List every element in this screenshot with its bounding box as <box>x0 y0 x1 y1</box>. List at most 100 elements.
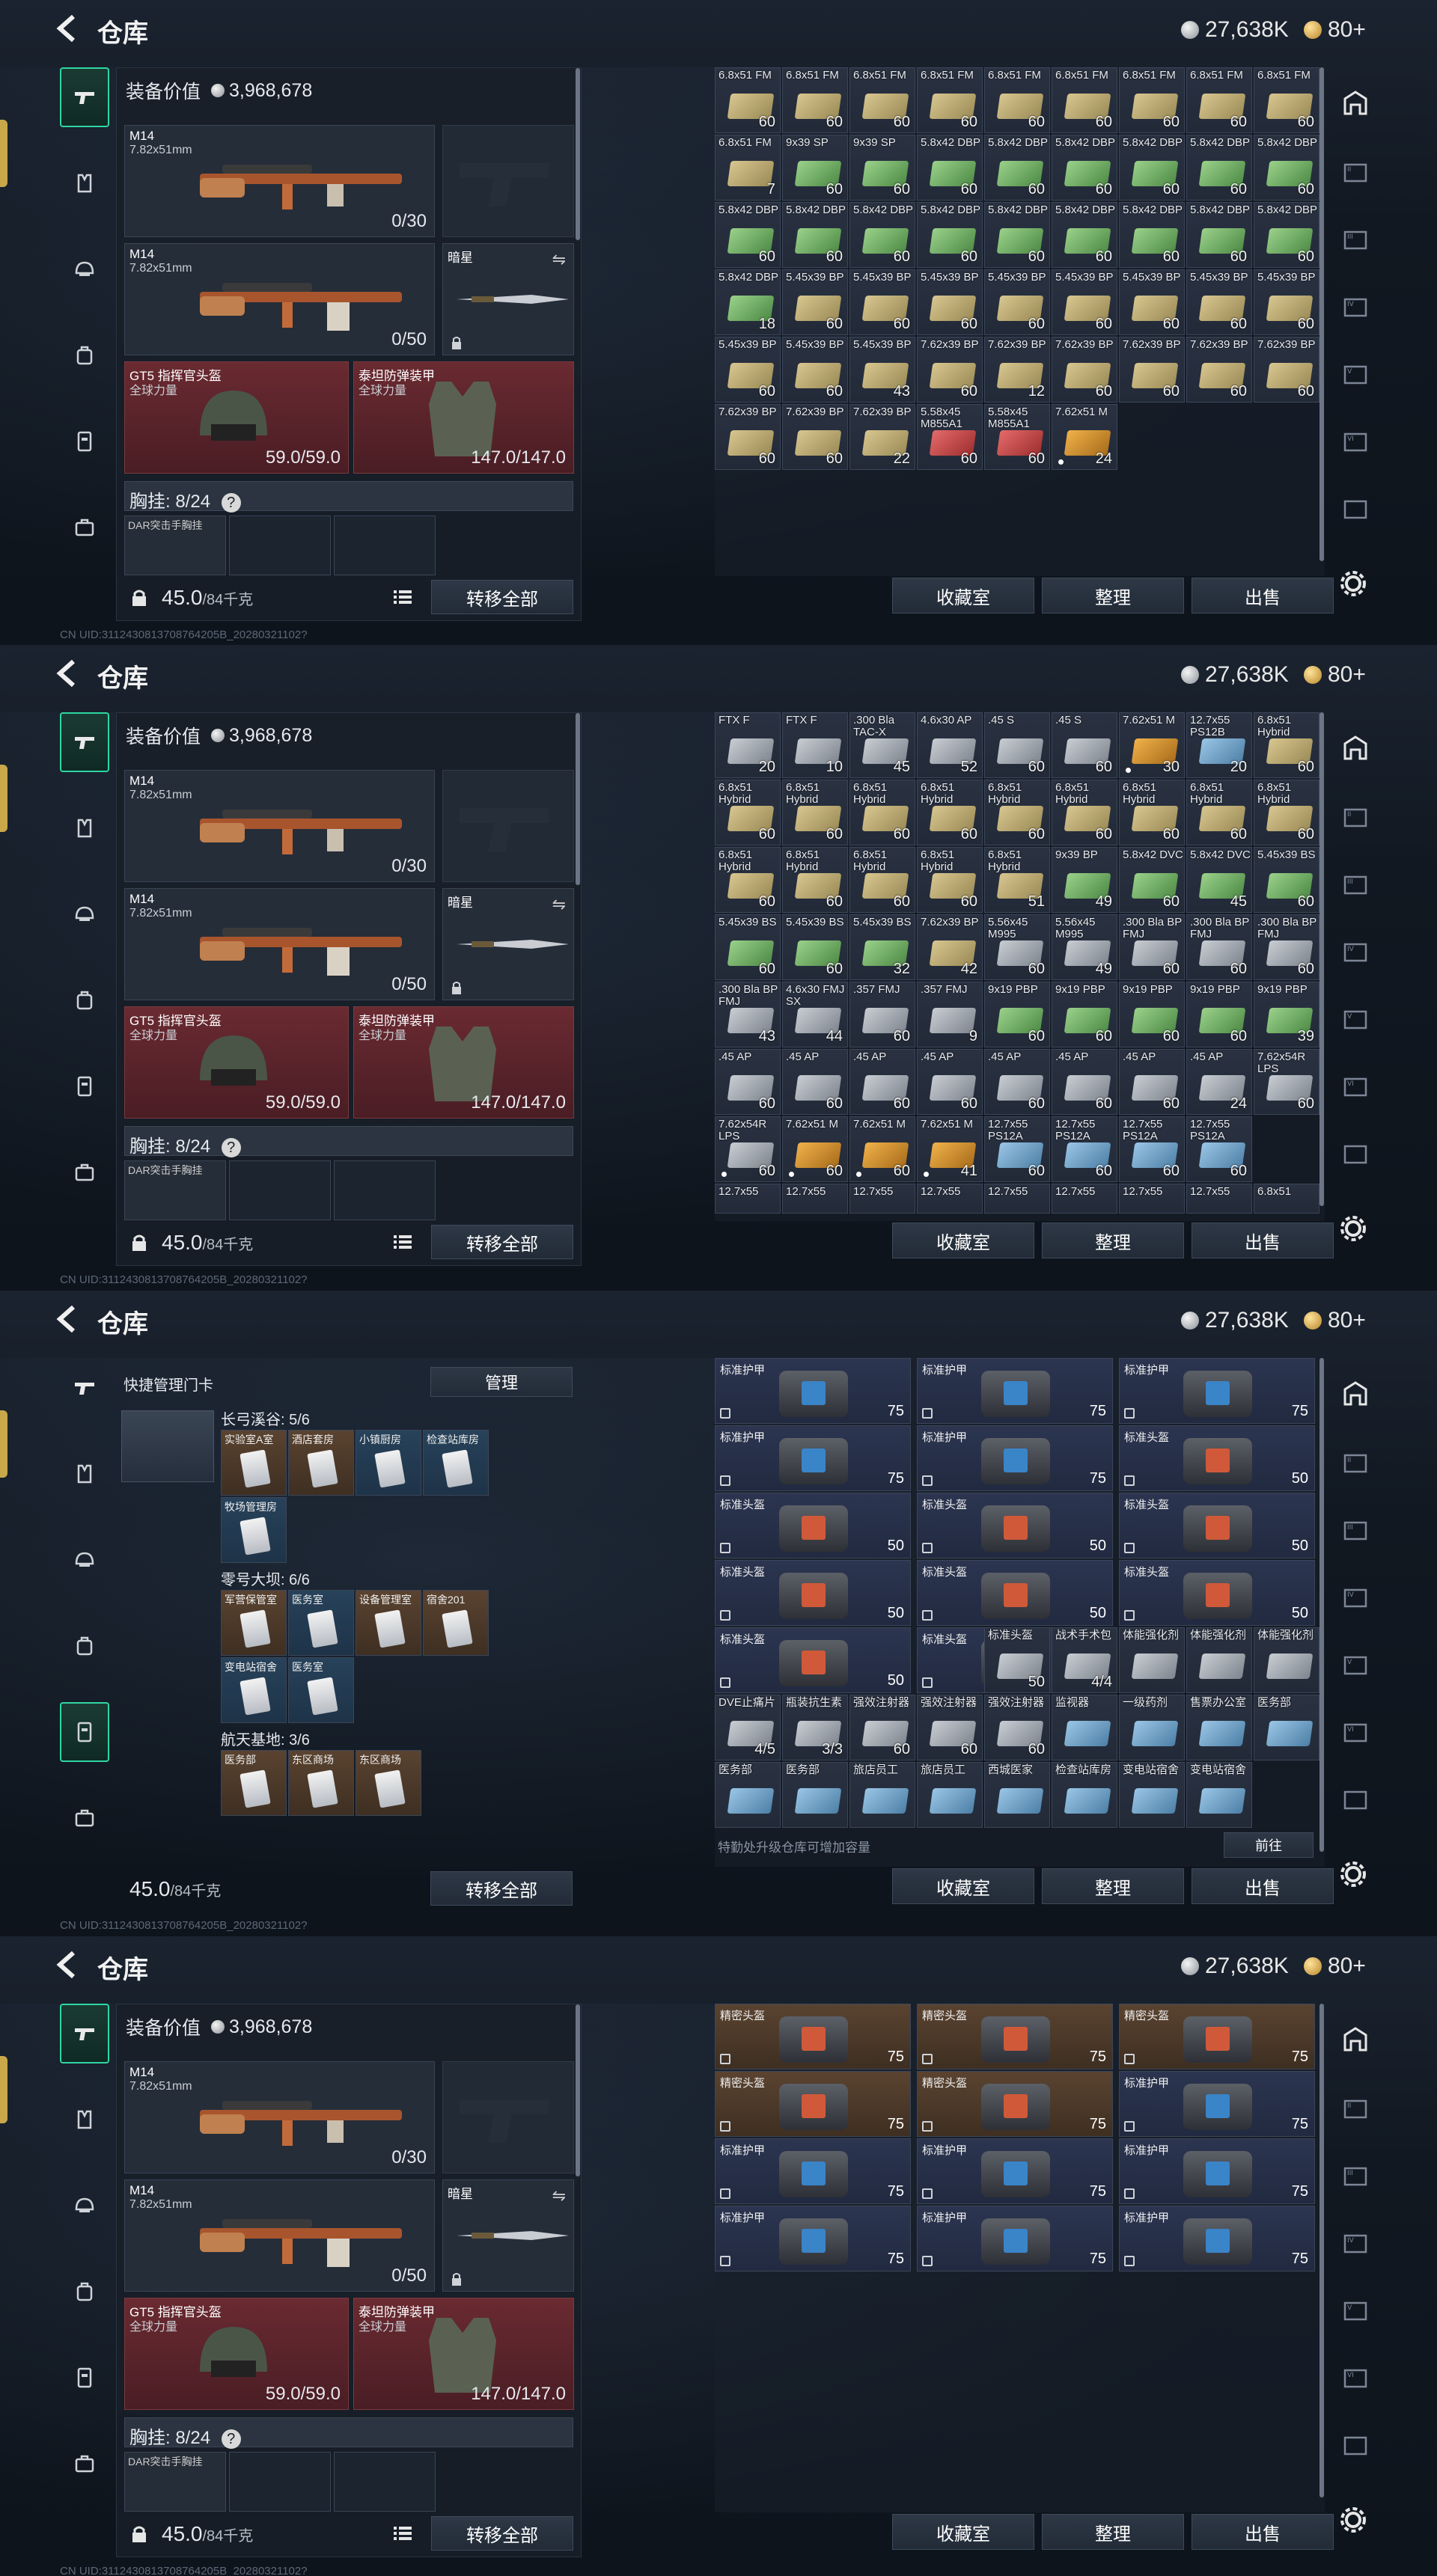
ammo-cell[interactable]: 6.8x51 Hybrid 51 <box>984 847 1050 913</box>
collection-room-button[interactable]: 收藏室 <box>892 578 1034 614</box>
ammo-cell[interactable]: .300 Bla BP FMJ 60 <box>1186 914 1252 980</box>
ammo-cell[interactable]: 5.56x45 M995 49 <box>1052 914 1117 980</box>
supply-cell[interactable]: 强效注射器 60 <box>917 1695 983 1760</box>
supply-cell[interactable]: 医务部 <box>1254 1695 1319 1760</box>
ammo-cell[interactable]: 7.62x39 BP 60 <box>715 404 781 470</box>
ammo-cell[interactable]: .45 AP 60 <box>917 1049 983 1115</box>
supply-cell[interactable]: DVE止痛片 4/5 <box>715 1695 781 1760</box>
ammo-cell[interactable]: 5.45x39 BS 60 <box>1254 847 1319 913</box>
secondary-weapon-slot[interactable]: M14 7.82x51mm 0/50 <box>124 888 435 1000</box>
ammo-cell[interactable]: 5.56x45 M995 60 <box>984 914 1050 980</box>
ammo-cell[interactable]: 9x19 PBP 60 <box>1119 982 1185 1047</box>
gear-cell[interactable]: 标准护甲 75 <box>1119 2138 1315 2204</box>
supply-cell[interactable]: 旅店员工 <box>849 1762 915 1828</box>
ammo-cell[interactable]: 7.62x39 BP 12 <box>984 337 1050 403</box>
ammo-cell[interactable]: .45 AP 60 <box>1119 1049 1185 1115</box>
collection-room-button[interactable]: 收藏室 <box>892 1868 1034 1904</box>
ammo-cell[interactable]: 5.8x42 DVC 60 <box>1119 847 1185 913</box>
storage-grid[interactable]: 6.8x51 FM 60 6.8x51 FM 60 6.8x51 FM 60 6.8x51 … <box>715 67 1325 576</box>
ammo-cell[interactable]: 9x19 PBP 39 <box>1254 982 1319 1047</box>
scrollbar[interactable] <box>1319 67 1324 561</box>
ammo-cell[interactable]: 6.8x51 Hybrid 60 <box>1254 780 1319 845</box>
scrollbar[interactable] <box>576 2004 580 2176</box>
ammo-cell[interactable]: .300 Bla BP FMJ 43 <box>715 982 781 1047</box>
ammo-cell[interactable]: 5.45x39 BP 43 <box>849 337 915 403</box>
keycard-item[interactable]: 东区商场 <box>356 1750 421 1816</box>
ammo-cell[interactable]: .45 AP 24 <box>1186 1049 1252 1115</box>
chest-rig-empty-slot[interactable] <box>229 2452 331 2512</box>
ammo-cell[interactable]: 5.45x39 BP 60 <box>1052 269 1117 335</box>
keycard-item[interactable]: 实验室A室 <box>221 1430 287 1496</box>
primary-weapon-slot[interactable]: M14 7.82x51mm 0/30 <box>124 125 435 237</box>
sell-button[interactable]: 出售 <box>1192 2514 1334 2550</box>
storage-home-tab[interactable] <box>1340 732 1371 763</box>
ammo-cell[interactable]: 5.58x45 M855A1 60 <box>917 404 983 470</box>
gear-cell[interactable]: 精密头盔 75 <box>715 2004 911 2069</box>
tab-keycards[interactable] <box>60 412 109 471</box>
ammo-cell[interactable]: 7.62x54R LPS 60 <box>1254 1049 1319 1115</box>
supply-cell[interactable]: 体能强化剂 <box>1119 1627 1185 1693</box>
ammo-cell[interactable]: 6.8x51 Hybrid 60 <box>917 847 983 913</box>
ammo-cell[interactable]: 5.8x42 DBP 60 <box>984 202 1050 268</box>
gear-cell[interactable]: 标准头盔 50 <box>1119 1425 1315 1491</box>
list-icon[interactable] <box>394 589 412 605</box>
helmet-slot[interactable]: GT5 指挥官头盔 全球力量 59.0/59.0 <box>124 2298 349 2410</box>
sort-button[interactable]: 整理 <box>1042 2514 1184 2550</box>
keycard-item[interactable]: 医务室 <box>288 1590 354 1656</box>
supply-cell[interactable]: 变电站宿舍 <box>1119 1762 1185 1828</box>
back-button[interactable] <box>54 1950 81 1980</box>
tab-vest[interactable] <box>60 153 109 213</box>
keycard-item[interactable]: 设备管理室 <box>356 1590 421 1656</box>
tab-weapons[interactable] <box>60 1358 109 1418</box>
ammo-cell[interactable]: 5.8x42 DVC 45 <box>1186 847 1252 913</box>
ammo-cell[interactable]: 5.8x42 DBP 60 <box>1254 135 1319 201</box>
ammo-cell[interactable]: 4.6x30 FMJ SX 44 <box>782 982 848 1047</box>
list-icon[interactable] <box>394 1234 412 1250</box>
tab-backpack[interactable] <box>60 1616 109 1676</box>
ammo-cell[interactable]: 7.62x39 BP 60 <box>1254 337 1319 403</box>
ammo-cell[interactable]: .45 AP 60 <box>1052 1049 1117 1115</box>
keycard-item[interactable]: 医务部 <box>221 1750 287 1816</box>
armor-slot[interactable]: 泰坦防弹装甲 全球力量 147.0/147.0 <box>353 2298 574 2410</box>
ammo-cell[interactable]: 6.8x51 Hybrid 60 <box>917 780 983 845</box>
ammo-cell[interactable]: 6.8x51 FM 60 <box>984 67 1050 133</box>
ammo-cell-partial[interactable]: 12.7x55 <box>1119 1184 1185 1214</box>
ammo-cell[interactable]: 5.45x39 BP 60 <box>984 269 1050 335</box>
primary-weapon-slot[interactable]: M14 7.82x51mm 0/30 <box>124 770 435 882</box>
gear-cell[interactable]: 标准护甲 75 <box>917 1358 1113 1424</box>
gear-cell[interactable]: 标准头盔 50 <box>917 1560 1113 1626</box>
ammo-cell[interactable]: 5.45x39 BP 60 <box>782 269 848 335</box>
ammo-cell[interactable]: 6.8x51 Hybrid 60 <box>1052 780 1117 845</box>
storage-page-vii-tab[interactable] <box>1340 1784 1371 1816</box>
storage-page-vi-tab[interactable]: VI <box>1340 1071 1371 1103</box>
ammo-cell[interactable]: 5.45x39 BP 60 <box>1186 269 1252 335</box>
keycard-item[interactable]: 检查站库房 <box>423 1430 489 1496</box>
tab-backpack[interactable] <box>60 970 109 1030</box>
supply-cell[interactable]: 强效注射器 60 <box>849 1695 915 1760</box>
storage-grid[interactable]: FTX F 20 FTX F 10 .300 Bla TAC-X 45 4.6x30 AP 5… <box>715 712 1325 1221</box>
keycard-item[interactable]: 小镇厨房 <box>356 1430 421 1496</box>
ammo-cell[interactable]: 6.8x51 FM 60 <box>782 67 848 133</box>
ammo-cell-partial[interactable]: 12.7x55 <box>782 1184 848 1214</box>
ammo-cell[interactable]: 9x39 BP 49 <box>1052 847 1117 913</box>
sidearm-slot[interactable] <box>442 2061 574 2173</box>
ammo-cell[interactable]: 9x19 PBP 60 <box>984 982 1050 1047</box>
tab-case[interactable] <box>60 1142 109 1202</box>
storage-page-v-tab[interactable]: V <box>1340 359 1371 391</box>
gear-cell[interactable]: 标准头盔 50 <box>715 1493 911 1558</box>
storage-page-vi-tab[interactable]: VI <box>1340 1717 1371 1749</box>
ammo-cell[interactable]: 7.62x54R LPS 60 <box>715 1116 781 1182</box>
keycard-item[interactable]: 军营保管室 <box>221 1590 287 1656</box>
gear-cell[interactable]: 标准护甲 75 <box>917 2138 1113 2204</box>
ammo-cell[interactable]: 6.8x51 FM 60 <box>1052 67 1117 133</box>
melee-slot[interactable]: 暗星 ⇋ <box>442 2179 574 2292</box>
ammo-cell[interactable]: 5.45x39 BS 60 <box>782 914 848 980</box>
ammo-cell[interactable]: 6.8x51 Hybrid 60 <box>1186 780 1252 845</box>
ammo-cell-partial[interactable]: 12.7x55 <box>1186 1184 1252 1214</box>
gear-cell[interactable]: 标准头盔 50 <box>1119 1493 1315 1558</box>
storage-page-ii-tab[interactable]: II <box>1340 157 1371 189</box>
secondary-weapon-slot[interactable]: M14 7.82x51mm 0/50 <box>124 243 435 355</box>
sort-button[interactable]: 整理 <box>1042 578 1184 614</box>
ammo-cell[interactable]: 5.8x42 DBP 60 <box>917 202 983 268</box>
keycard-item[interactable]: 东区商场 <box>288 1750 354 1816</box>
